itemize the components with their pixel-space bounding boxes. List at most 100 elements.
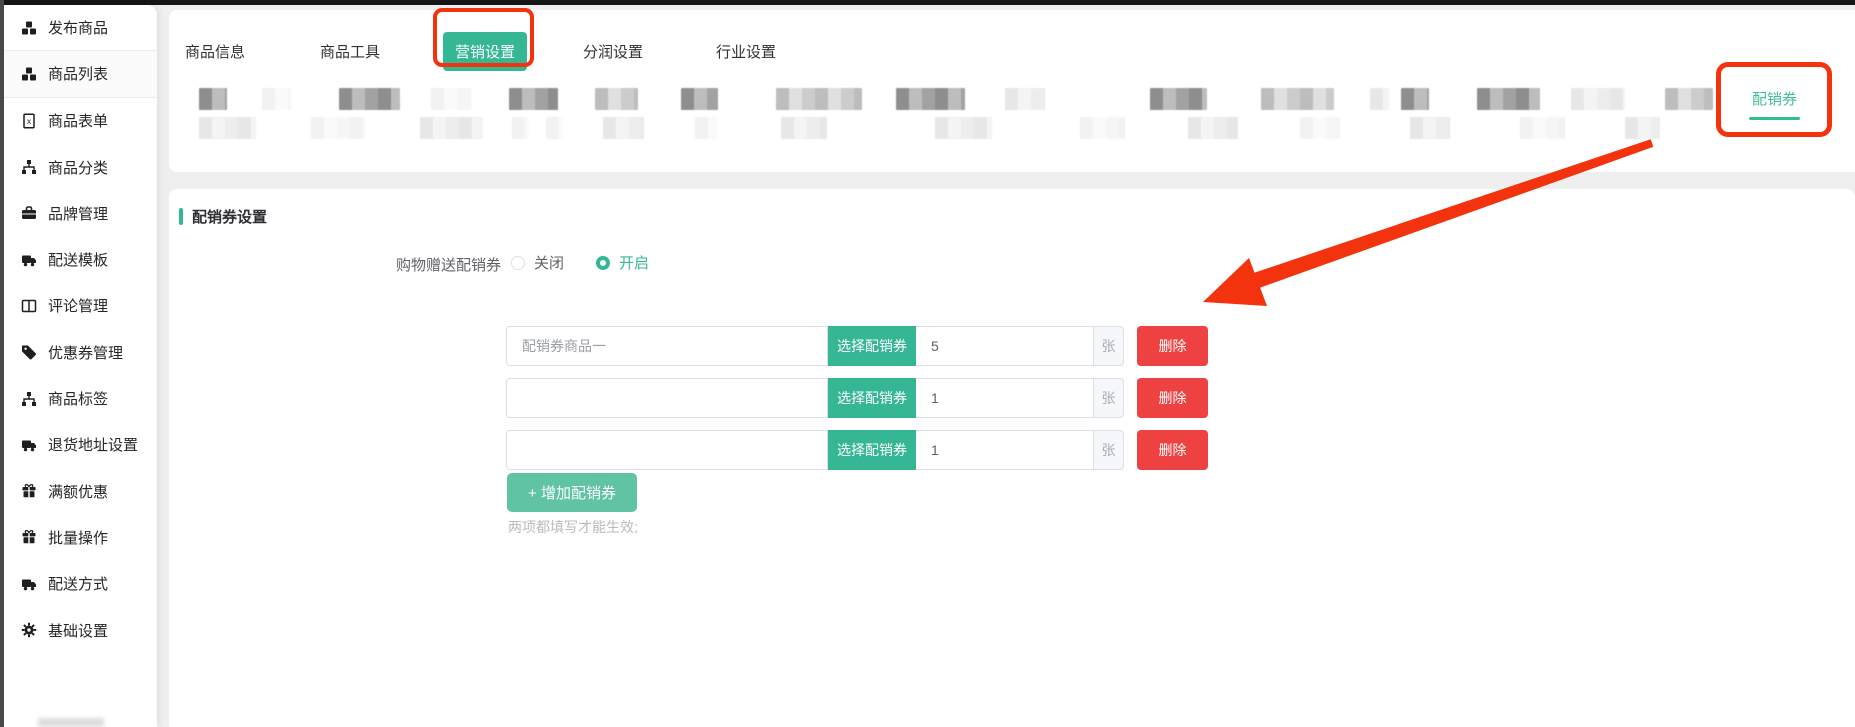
redacted-block [1477, 88, 1540, 110]
redacted-block [311, 117, 365, 139]
redacted-block [546, 117, 563, 139]
tab-1[interactable]: 商品信息 [185, 41, 245, 62]
gift-icon [21, 483, 37, 499]
redacted-block [1150, 88, 1207, 110]
tab-2[interactable]: 商品工具 [320, 41, 380, 62]
sidebar-cutoff-item [38, 718, 104, 727]
cubes-icon [21, 20, 37, 36]
coupon-qty-input[interactable] [916, 326, 1093, 366]
sidebar-item-label: 品牌管理 [48, 203, 108, 224]
redacted-block [1370, 88, 1389, 110]
sidebar-item-7[interactable]: 评论管理 [4, 283, 157, 329]
select-coupon-button[interactable]: 选择配销券 [828, 326, 916, 366]
tabs-panel: 商品信息 商品工具 营销设置 分润设置 行业设置 配销券 [169, 10, 1855, 172]
sidebar-item-6[interactable]: 配送模板 [4, 236, 157, 282]
redacted-block [1261, 88, 1334, 110]
redacted-block [339, 88, 400, 110]
window-top-edge [0, 0, 1855, 5]
radio-label: 关闭 [534, 252, 564, 273]
sidebar-item-9[interactable]: 商品标签 [4, 375, 157, 421]
sidebar-item-label: 基础设置 [48, 620, 108, 641]
sidebar-item-2[interactable]: 商品列表 [4, 51, 157, 97]
gift-coupon-label: 购物赠送配销券 [395, 254, 501, 275]
redacted-block [935, 117, 992, 139]
redacted-block [781, 117, 827, 139]
sidebar-item-10[interactable]: 退货地址设置 [4, 422, 157, 468]
qty-unit-suffix: 张 [1093, 378, 1124, 418]
sidebar-item-8[interactable]: 优惠券管理 [4, 329, 157, 375]
columns-icon [21, 298, 37, 314]
sidebar-item-label: 商品表单 [48, 110, 108, 131]
svg-text:x: x [27, 116, 32, 126]
redacted-block [776, 88, 862, 110]
redacted-block [1401, 88, 1429, 110]
sidebar-item-5[interactable]: 品牌管理 [4, 190, 157, 236]
redacted-block [1520, 117, 1565, 139]
sidebar-item-label: 商品标签 [48, 388, 108, 409]
redacted-block [1410, 117, 1450, 139]
sidebar-item-4[interactable]: 商品分类 [4, 144, 157, 190]
redacted-block [199, 88, 227, 110]
gift-coupon-radio-group: 关闭 开启 [511, 252, 649, 273]
redacted-block [1005, 88, 1045, 110]
qty-unit-suffix: 张 [1093, 430, 1124, 470]
redacted-block [1080, 117, 1125, 139]
radio-dot[interactable] [596, 256, 610, 270]
delete-row-button[interactable]: 删除 [1137, 326, 1208, 366]
delete-row-button[interactable]: 删除 [1137, 430, 1208, 470]
coupon-row-3: 选择配销券 张删除 [506, 430, 1208, 470]
redacted-block [1300, 117, 1340, 139]
radio-dot[interactable] [511, 256, 525, 270]
redacted-block [1571, 88, 1625, 110]
tab-3-active[interactable]: 营销设置 [443, 32, 527, 71]
redacted-block [595, 88, 638, 110]
qty-unit-suffix: 张 [1093, 326, 1124, 366]
coupon-product-input[interactable] [506, 430, 828, 470]
sidebar-item-label: 退货地址设置 [48, 434, 138, 455]
coupon-qty-input[interactable] [916, 430, 1093, 470]
sidebar-item-14[interactable]: 基础设置 [4, 607, 157, 653]
coupon-row-2: 选择配销券 张删除 [506, 378, 1208, 418]
subtab-active-underline [1749, 117, 1800, 120]
redacted-block [896, 88, 965, 110]
sitemap-icon [21, 391, 37, 407]
add-coupon-button[interactable]: + 增加配销券 [507, 473, 637, 512]
sitemap-icon [21, 159, 37, 175]
file-x-icon: x [21, 113, 37, 129]
tab-4[interactable]: 分润设置 [583, 41, 643, 62]
tab-5[interactable]: 行业设置 [716, 41, 776, 62]
sidebar-item-3[interactable]: x 商品表单 [4, 98, 157, 144]
coupon-qty-input[interactable] [916, 378, 1093, 418]
sidebar-item-11[interactable]: 满额优惠 [4, 468, 157, 514]
subtab-peixiaoquan[interactable]: 配销券 [1752, 88, 1797, 109]
redacted-block [199, 117, 256, 139]
redacted-block [1188, 117, 1238, 139]
sidebar: 发布商品商品列表 x 商品表单商品分类品牌管理配送模板评论管理优惠券管理商品标签退货… [4, 5, 157, 727]
delete-row-button[interactable]: 删除 [1137, 378, 1208, 418]
sidebar-item-1[interactable]: 发布商品 [4, 5, 157, 51]
section-title: 配销券设置 [192, 206, 267, 227]
redacted-block [695, 117, 718, 139]
sidebar-item-label: 发布商品 [48, 17, 108, 38]
sidebar-item-12[interactable]: 批量操作 [4, 514, 157, 560]
cubes-icon [21, 66, 37, 82]
coupon-rows: 选择配销券张删除选择配销券张删除选择配销券张删除 [506, 326, 1208, 482]
sidebar-item-label: 满额优惠 [48, 481, 108, 502]
select-coupon-button[interactable]: 选择配销券 [828, 378, 916, 418]
briefcase-icon [21, 205, 37, 221]
gift-icon [21, 529, 37, 545]
coupon-row-1: 选择配销券 张删除 [506, 326, 1208, 366]
sidebar-item-label: 配送方式 [48, 573, 108, 594]
coupon-product-input[interactable] [506, 326, 828, 366]
section-title-bar [179, 208, 183, 225]
coupon-product-input[interactable] [506, 378, 828, 418]
gear-icon [21, 622, 37, 638]
radio-option-off[interactable]: 关闭 [511, 252, 564, 273]
select-coupon-button[interactable]: 选择配销券 [828, 430, 916, 470]
redacted-block [431, 88, 471, 110]
radio-option-on[interactable]: 开启 [596, 252, 649, 273]
truck-icon [21, 252, 37, 268]
redacted-block [512, 117, 529, 139]
sidebar-item-13[interactable]: 配送方式 [4, 561, 157, 607]
form-hint: 两项都填写才能生效; [508, 517, 638, 537]
